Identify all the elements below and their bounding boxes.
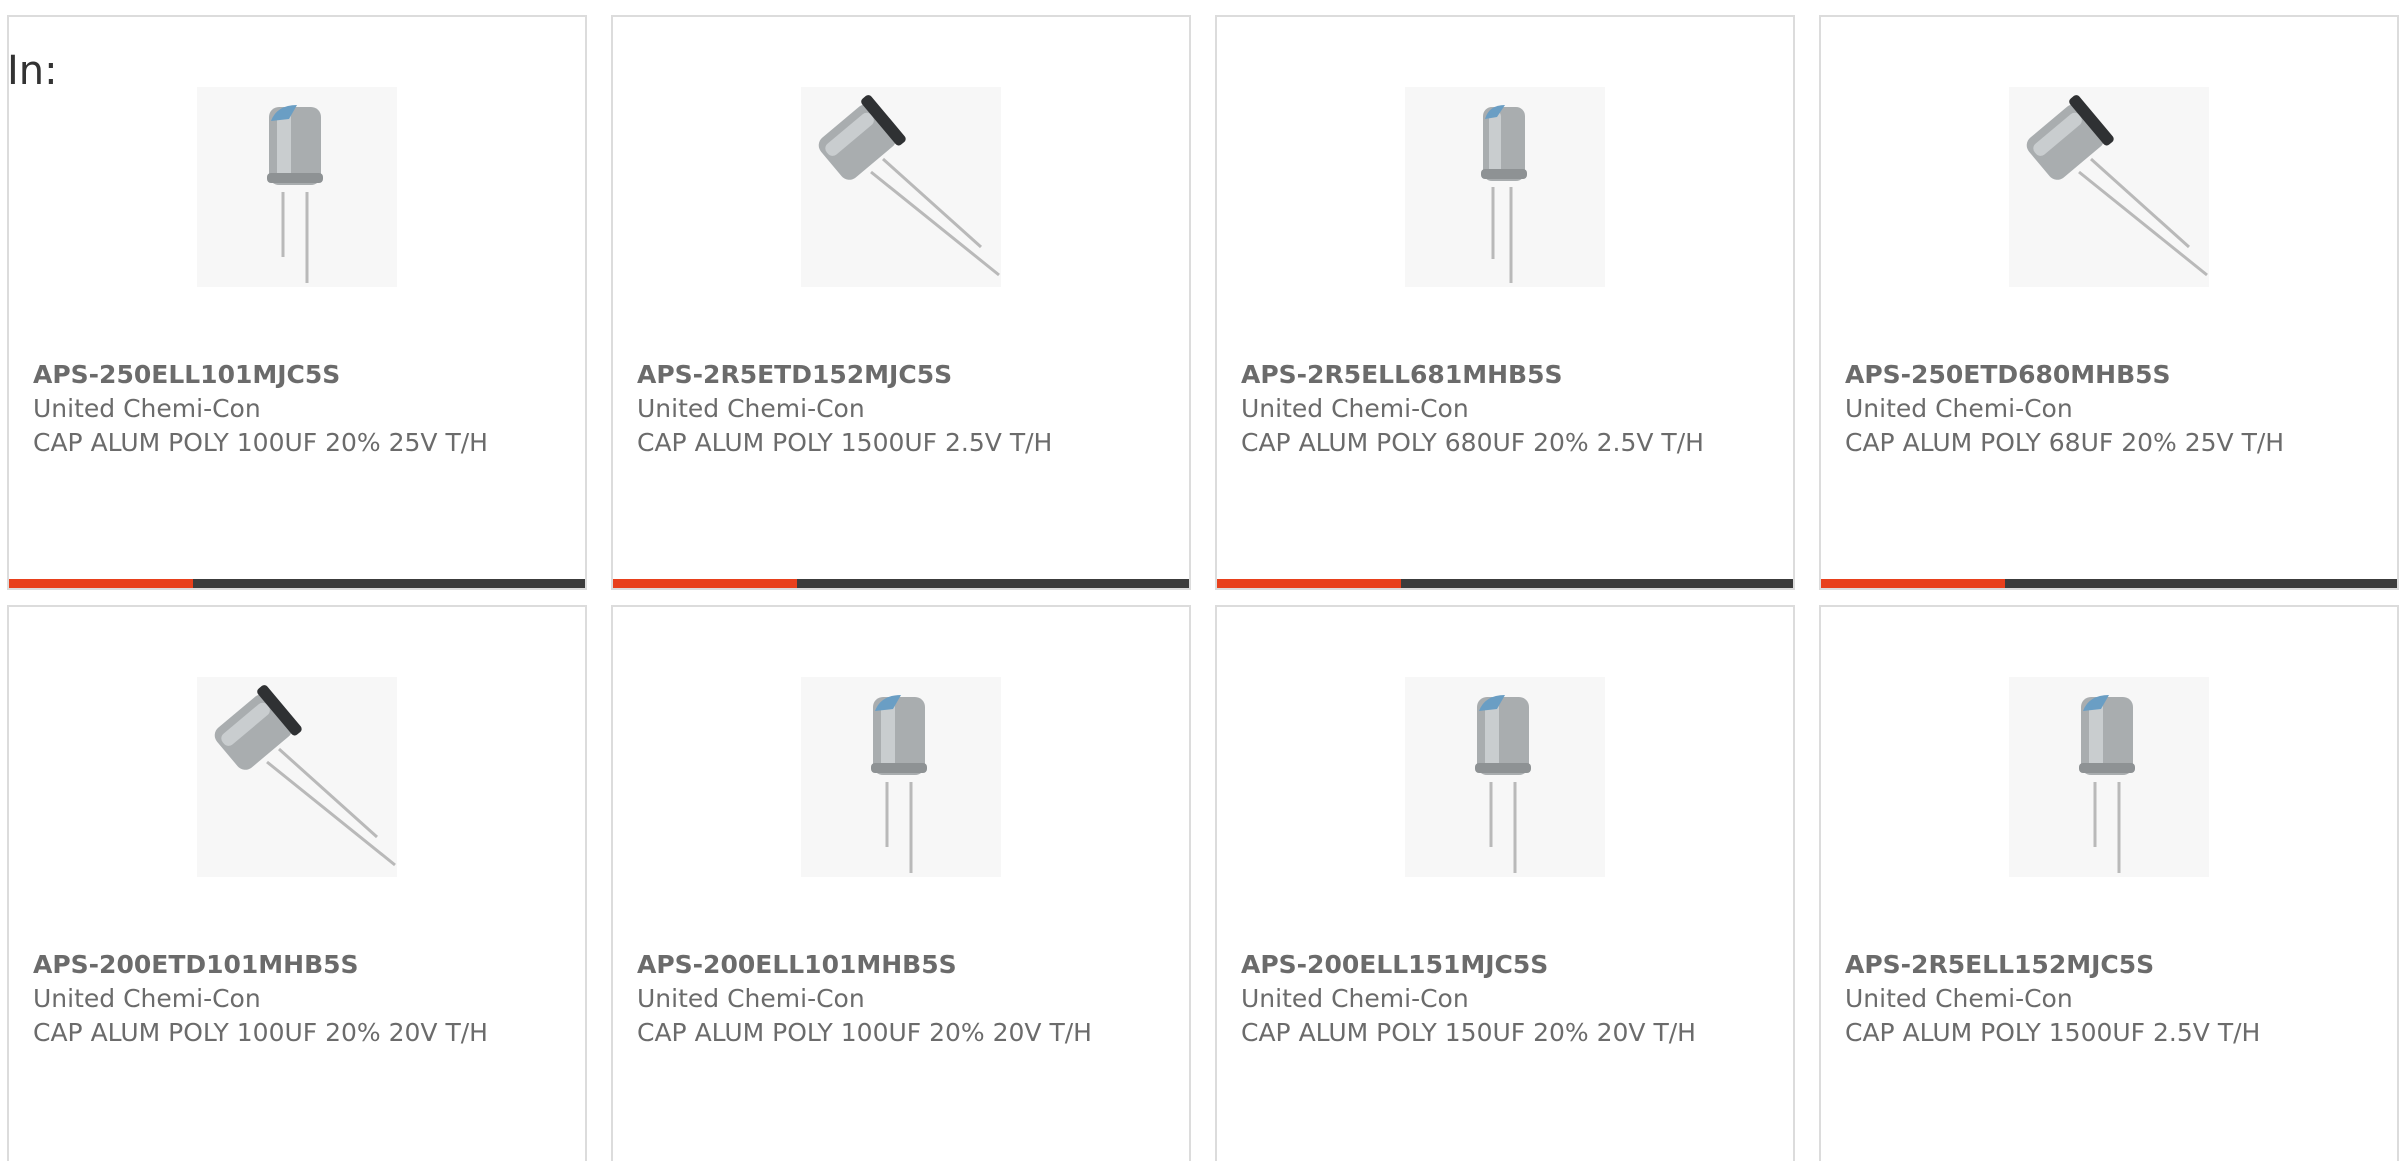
product-description: CAP ALUM POLY 1500UF 2.5V T/H bbox=[1845, 1018, 2261, 1047]
product-meta: APS-2R5ELL681MHB5S United Chemi-Con CAP … bbox=[1241, 358, 1769, 460]
product-description: CAP ALUM POLY 150UF 20% 20V T/H bbox=[1241, 1018, 1696, 1047]
filter-in-label: In: bbox=[7, 48, 58, 94]
capacitor-upright-icon bbox=[1475, 695, 1531, 873]
product-card[interactable]: APS-250ELL101MJC5S United Chemi-Con CAP … bbox=[7, 15, 587, 590]
capacitor-upright-icon bbox=[1481, 105, 1527, 283]
card-progress-fill bbox=[613, 579, 798, 588]
product-grid-page: In: APS-250ELL101MJC5S United Chemi-Con … bbox=[0, 0, 2400, 1161]
product-image[interactable] bbox=[197, 87, 397, 287]
manufacturer-name: United Chemi-Con bbox=[33, 394, 261, 423]
part-number-link[interactable]: APS-250ELL101MJC5S bbox=[33, 358, 561, 392]
manufacturer-name: United Chemi-Con bbox=[1845, 394, 2073, 423]
product-card[interactable]: APS-250ETD680MHB5S United Chemi-Con CAP … bbox=[1819, 15, 2399, 590]
card-progress-bar bbox=[1821, 579, 2397, 588]
capacitor-tilted-icon bbox=[818, 95, 1000, 277]
product-card[interactable]: APS-2R5ETD152MJC5S United Chemi-Con CAP … bbox=[611, 15, 1191, 590]
manufacturer-name: United Chemi-Con bbox=[637, 394, 865, 423]
product-image[interactable] bbox=[2009, 677, 2209, 877]
card-progress-bar bbox=[9, 579, 585, 588]
product-description: CAP ALUM POLY 1500UF 2.5V T/H bbox=[637, 428, 1053, 457]
product-grid: APS-250ELL101MJC5S United Chemi-Con CAP … bbox=[7, 15, 2400, 1161]
manufacturer-name: United Chemi-Con bbox=[1241, 394, 1469, 423]
card-progress-fill bbox=[1217, 579, 1402, 588]
capacitor-upright-icon bbox=[2079, 695, 2135, 873]
part-number-link[interactable]: APS-200ELL151MJC5S bbox=[1241, 948, 1769, 982]
product-image[interactable] bbox=[197, 677, 397, 877]
product-image[interactable] bbox=[801, 677, 1001, 877]
manufacturer-name: United Chemi-Con bbox=[1845, 984, 2073, 1013]
product-description: CAP ALUM POLY 100UF 20% 25V T/H bbox=[33, 428, 488, 457]
part-number-link[interactable]: APS-2R5ELL152MJC5S bbox=[1845, 948, 2373, 982]
product-image[interactable] bbox=[1405, 677, 1605, 877]
product-meta: APS-200ETD101MHB5S United Chemi-Con CAP … bbox=[33, 948, 561, 1050]
part-number-link[interactable]: APS-200ETD101MHB5S bbox=[33, 948, 561, 982]
product-card[interactable]: APS-200ELL101MHB5S United Chemi-Con CAP … bbox=[611, 605, 1191, 1161]
product-image[interactable] bbox=[1405, 87, 1605, 287]
capacitor-tilted-icon bbox=[214, 685, 396, 867]
card-progress-fill bbox=[1821, 579, 2006, 588]
manufacturer-name: United Chemi-Con bbox=[637, 984, 865, 1013]
product-card[interactable]: APS-2R5ELL152MJC5S United Chemi-Con CAP … bbox=[1819, 605, 2399, 1161]
product-description: CAP ALUM POLY 100UF 20% 20V T/H bbox=[33, 1018, 488, 1047]
card-progress-bar bbox=[613, 579, 1189, 588]
part-number-link[interactable]: APS-2R5ELL681MHB5S bbox=[1241, 358, 1769, 392]
product-meta: APS-200ELL101MHB5S United Chemi-Con CAP … bbox=[637, 948, 1165, 1050]
manufacturer-name: United Chemi-Con bbox=[33, 984, 261, 1013]
capacitor-tilted-icon bbox=[2026, 95, 2208, 277]
product-card[interactable]: APS-2R5ELL681MHB5S United Chemi-Con CAP … bbox=[1215, 15, 1795, 590]
card-progress-bar bbox=[1217, 579, 1793, 588]
capacitor-upright-icon bbox=[871, 695, 927, 873]
product-description: CAP ALUM POLY 100UF 20% 20V T/H bbox=[637, 1018, 1092, 1047]
product-meta: APS-2R5ELL152MJC5S United Chemi-Con CAP … bbox=[1845, 948, 2373, 1050]
product-card[interactable]: APS-200ETD101MHB5S United Chemi-Con CAP … bbox=[7, 605, 587, 1161]
part-number-link[interactable]: APS-200ELL101MHB5S bbox=[637, 948, 1165, 982]
product-image[interactable] bbox=[801, 87, 1001, 287]
product-description: CAP ALUM POLY 680UF 20% 2.5V T/H bbox=[1241, 428, 1704, 457]
product-meta: APS-200ELL151MJC5S United Chemi-Con CAP … bbox=[1241, 948, 1769, 1050]
manufacturer-name: United Chemi-Con bbox=[1241, 984, 1469, 1013]
product-meta: APS-2R5ETD152MJC5S United Chemi-Con CAP … bbox=[637, 358, 1165, 460]
product-image[interactable] bbox=[2009, 87, 2209, 287]
product-meta: APS-250ETD680MHB5S United Chemi-Con CAP … bbox=[1845, 358, 2373, 460]
capacitor-upright-icon bbox=[267, 105, 323, 283]
product-card[interactable]: APS-200ELL151MJC5S United Chemi-Con CAP … bbox=[1215, 605, 1795, 1161]
part-number-link[interactable]: APS-2R5ETD152MJC5S bbox=[637, 358, 1165, 392]
card-progress-fill bbox=[9, 579, 194, 588]
part-number-link[interactable]: APS-250ETD680MHB5S bbox=[1845, 358, 2373, 392]
product-meta: APS-250ELL101MJC5S United Chemi-Con CAP … bbox=[33, 358, 561, 460]
product-description: CAP ALUM POLY 68UF 20% 25V T/H bbox=[1845, 428, 2285, 457]
